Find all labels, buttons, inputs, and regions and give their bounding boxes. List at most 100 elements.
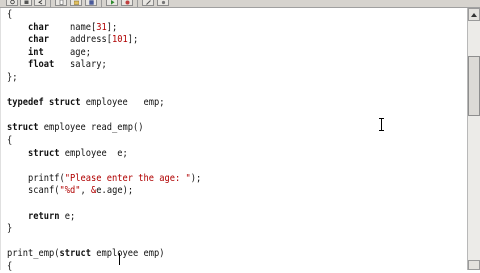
code-line: char name[31]; [7,22,201,35]
code-lines: { char name[31]; char address[101]; int … [7,9,216,273]
code-line: struct employee e; [7,148,201,161]
run-button[interactable] [106,0,118,6]
keyword: int [27,46,44,58]
code-line: float salary; [7,59,201,72]
keyword: struct [7,122,39,134]
code-token: { [7,134,13,146]
code-token: ; [101,59,107,71]
code-token: scanf [27,185,55,197]
toolbar-separator [137,0,138,7]
code-token: { [7,260,13,272]
code-line: print_emp(struct employee emp) [7,248,201,261]
debug-icon [125,0,130,5]
code-token: } [7,223,13,235]
code-token: age [70,46,86,58]
keyword: typedef [7,97,44,109]
code-token: name [69,21,91,33]
toolbar-separator [101,0,102,7]
build-icon [146,0,151,5]
code-token: print_emp [7,248,55,260]
code-token: employee [96,248,139,260]
code-line: char address[101]; [7,34,201,47]
code-token: }; [7,71,18,83]
code-line: }; [7,72,201,85]
save-icon [89,0,94,5]
code-token: emp [143,97,160,109]
code-line: { [7,261,201,273]
new-icon [59,0,64,5]
keyword: float [27,59,55,71]
code-token: { [7,9,13,20]
code-token: employee [85,97,128,109]
code-line: printf("Please enter the age: "); [7,173,201,186]
stop-button[interactable] [20,0,32,6]
code-token: read_emp [91,122,134,134]
code-token: ]; [106,21,118,33]
code-line: typedef struct employee emp; [7,97,201,110]
code-token: ; [159,97,165,109]
stop-icon [24,0,29,4]
text-caret [119,253,120,265]
new-button[interactable] [55,0,67,6]
code-token: () [133,122,144,134]
code-token: ); [190,172,202,184]
ibeam-cursor-icon [379,118,384,131]
code-line: return e; [7,211,201,224]
build-button[interactable] [142,0,154,6]
keyword: char [27,21,49,33]
refresh-button[interactable] [6,0,18,6]
code-token: emp [143,248,160,260]
code-token: salary [70,59,102,71]
code-token: ; [122,147,128,159]
toolbar-separator [50,0,51,7]
vertical-scrollbar[interactable] [467,8,480,270]
string-literal: "Please enter the age: " [64,172,191,184]
number-literal: 31 [96,21,107,33]
code-token: ); [122,185,134,197]
code-token: ; [85,46,92,58]
code-token: ]; [127,34,139,46]
options-button[interactable] [157,0,169,6]
keyword: return [27,210,60,222]
code-editor[interactable]: { char name[31]; char address[101]; int … [0,8,468,273]
string-literal: "%d" [59,185,81,197]
code-line: { [7,135,201,148]
code-token: ) [159,248,165,260]
back-icon [38,0,43,5]
back-button[interactable] [34,0,46,6]
code-token: address [69,34,107,46]
keyword: struct [59,248,92,260]
keyword: struct [49,97,81,109]
code-token: printf [27,172,60,184]
code-line: } [7,223,201,236]
editor-toolbar [0,0,480,8]
code-line: scanf("%d", &e.age); [7,185,201,198]
code-line: int age; [7,47,201,60]
code-token: ; [70,210,76,222]
scroll-up-button[interactable] [468,8,480,21]
save-button[interactable] [85,0,97,6]
scroll-down-button[interactable] [468,260,480,270]
run-icon [111,0,115,5]
debug-button[interactable] [121,0,133,6]
scroll-thumb[interactable] [468,56,480,116]
open-button[interactable] [70,0,82,6]
